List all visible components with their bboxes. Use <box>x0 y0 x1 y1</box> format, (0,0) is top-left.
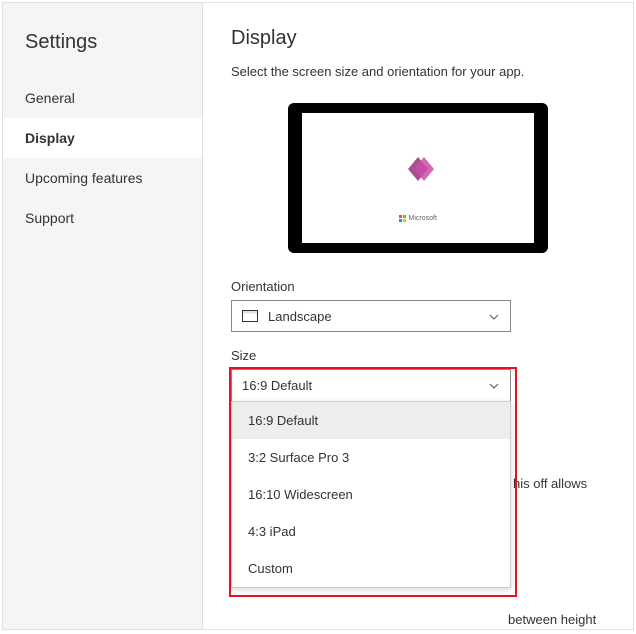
size-option-16-10-widescreen[interactable]: 16:10 Widescreen <box>232 476 510 513</box>
device-screen: Microsoft <box>302 113 534 243</box>
size-value: 16:9 Default <box>242 378 312 393</box>
sidebar-title: Settings <box>3 21 202 78</box>
size-dropdown: 16:9 Default 3:2 Surface Pro 3 16:10 Wid… <box>231 401 511 588</box>
chevron-down-icon <box>488 380 500 395</box>
orientation-label: Orientation <box>231 279 605 294</box>
microsoft-logo-icon <box>399 215 406 222</box>
orientation-value: Landscape <box>268 309 332 324</box>
page-title: Display <box>231 27 605 50</box>
sidebar-item-upcoming-features[interactable]: Upcoming features <box>3 158 202 198</box>
page-subtitle: Select the screen size and orientation f… <box>231 64 605 79</box>
size-option-4-3-ipad[interactable]: 4:3 iPad <box>232 513 510 550</box>
device-preview: Microsoft <box>288 103 548 253</box>
microsoft-label: Microsoft <box>409 215 437 222</box>
size-option-16-9-default[interactable]: 16:9 Default <box>232 402 510 439</box>
obscured-text-fragment: between height <box>508 612 596 627</box>
size-select[interactable]: 16:9 Default <box>231 369 511 401</box>
powerapps-logo-icon <box>398 152 438 191</box>
landscape-icon <box>242 310 258 322</box>
size-option-custom[interactable]: Custom <box>232 550 510 587</box>
chevron-down-icon <box>488 311 500 326</box>
size-label: Size <box>231 348 605 363</box>
sidebar: Settings General Display Upcoming featur… <box>3 3 203 629</box>
sidebar-item-support[interactable]: Support <box>3 198 202 238</box>
sidebar-item-general[interactable]: General <box>3 78 202 118</box>
obscured-text-fragment: his off allows <box>513 476 587 491</box>
orientation-select[interactable]: Landscape <box>231 300 511 332</box>
settings-window: Settings General Display Upcoming featur… <box>2 2 634 630</box>
microsoft-brand: Microsoft <box>399 215 437 222</box>
main-panel: Display Select the screen size and orien… <box>203 3 633 629</box>
size-option-3-2-surface-pro-3[interactable]: 3:2 Surface Pro 3 <box>232 439 510 476</box>
sidebar-item-display[interactable]: Display <box>3 118 202 158</box>
